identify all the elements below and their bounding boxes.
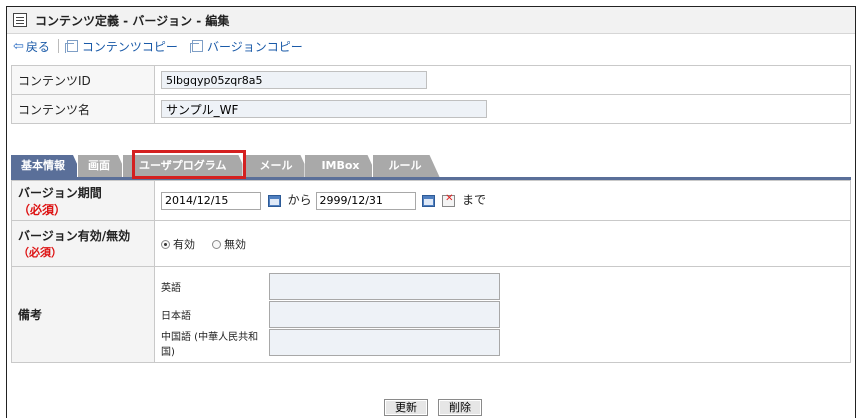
- remark-english-label: 英語: [161, 283, 181, 294]
- validity-row: バージョン有効/無効 （必須） 有効 無効: [11, 220, 851, 267]
- start-date-input[interactable]: [161, 191, 261, 210]
- window-title: コンテンツ定義 - バージョン - 編集: [35, 13, 230, 28]
- tab-rule[interactable]: ルール: [372, 155, 440, 177]
- delete-button[interactable]: 削除: [438, 399, 482, 416]
- action-buttons: 更新 削除: [384, 399, 482, 416]
- version-copy-label: バージョンコピー: [206, 39, 303, 54]
- calendar-icon[interactable]: [422, 194, 436, 207]
- period-label: バージョン期間: [18, 185, 102, 200]
- toolbar-separator: [57, 39, 59, 53]
- tab-basic-info[interactable]: 基本情報: [11, 155, 83, 177]
- period-required: （必須）: [18, 202, 67, 217]
- content-id-label: コンテンツID: [11, 65, 155, 95]
- content-copy-label: コンテンツコピー: [81, 39, 178, 54]
- window: コンテンツ定義 - バージョン - 編集 ⇦ 戻る コンテンツコピー バージョン…: [6, 6, 856, 418]
- back-arrow-icon: ⇦: [13, 38, 24, 54]
- content-id-field[interactable]: [161, 71, 427, 89]
- remark-chinese-label: 中国語 (中華人民共和国): [161, 331, 259, 358]
- remarks-row: 備考 英語 日本語 中国語 (中華人民共和国): [11, 266, 851, 363]
- remark-chinese-textarea[interactable]: [269, 329, 500, 356]
- remark-english-row: 英語: [161, 273, 844, 301]
- back-link[interactable]: ⇦ 戻る: [13, 38, 50, 55]
- validity-label: バージョン有効/無効: [18, 229, 131, 243]
- highlight-box: [132, 150, 246, 179]
- content-name-field[interactable]: [161, 100, 487, 118]
- remark-japanese-textarea[interactable]: [269, 301, 500, 328]
- valid-radio[interactable]: [161, 240, 170, 249]
- invalid-label: 無効: [224, 237, 246, 251]
- end-date-input[interactable]: [315, 191, 416, 210]
- back-label: 戻る: [25, 39, 50, 54]
- valid-label: 有効: [173, 237, 195, 251]
- copy-icon: [64, 40, 78, 53]
- version-copy-link[interactable]: バージョンコピー: [189, 38, 303, 55]
- remarks-label: 備考: [11, 266, 155, 363]
- tab-imbox[interactable]: IMBox: [304, 155, 377, 177]
- remark-chinese-row: 中国語 (中華人民共和国): [161, 329, 844, 358]
- title-bar: コンテンツ定義 - バージョン - 編集: [7, 7, 855, 34]
- content-copy-link[interactable]: コンテンツコピー: [64, 38, 178, 55]
- remark-japanese-row: 日本語: [161, 301, 844, 329]
- version-form: バージョン期間 （必須） から まで バージョン有効/無効 （必須） 有効 無効: [11, 180, 851, 363]
- calendar-icon[interactable]: [267, 194, 281, 207]
- remark-english-textarea[interactable]: [269, 273, 500, 300]
- content-info-table: コンテンツID コンテンツ名: [11, 65, 851, 124]
- tab-mail[interactable]: メール: [242, 155, 310, 177]
- period-row: バージョン期間 （必須） から まで: [11, 180, 851, 221]
- content-name-row: コンテンツ名: [11, 94, 851, 124]
- copy-icon: [189, 40, 203, 53]
- toolbar: ⇦ 戻る コンテンツコピー バージョンコピー: [7, 34, 855, 58]
- tab-screen[interactable]: 画面: [77, 155, 128, 177]
- until-text: まで: [461, 193, 486, 208]
- invalid-radio[interactable]: [212, 240, 221, 249]
- update-button[interactable]: 更新: [384, 399, 428, 416]
- validity-required: （必須）: [18, 246, 62, 259]
- content-id-row: コンテンツID: [11, 65, 851, 95]
- document-icon: [13, 13, 27, 27]
- from-text: から: [287, 193, 312, 208]
- content-name-label: コンテンツ名: [11, 94, 155, 124]
- clear-date-icon[interactable]: [442, 193, 456, 207]
- remark-japanese-label: 日本語: [161, 311, 191, 322]
